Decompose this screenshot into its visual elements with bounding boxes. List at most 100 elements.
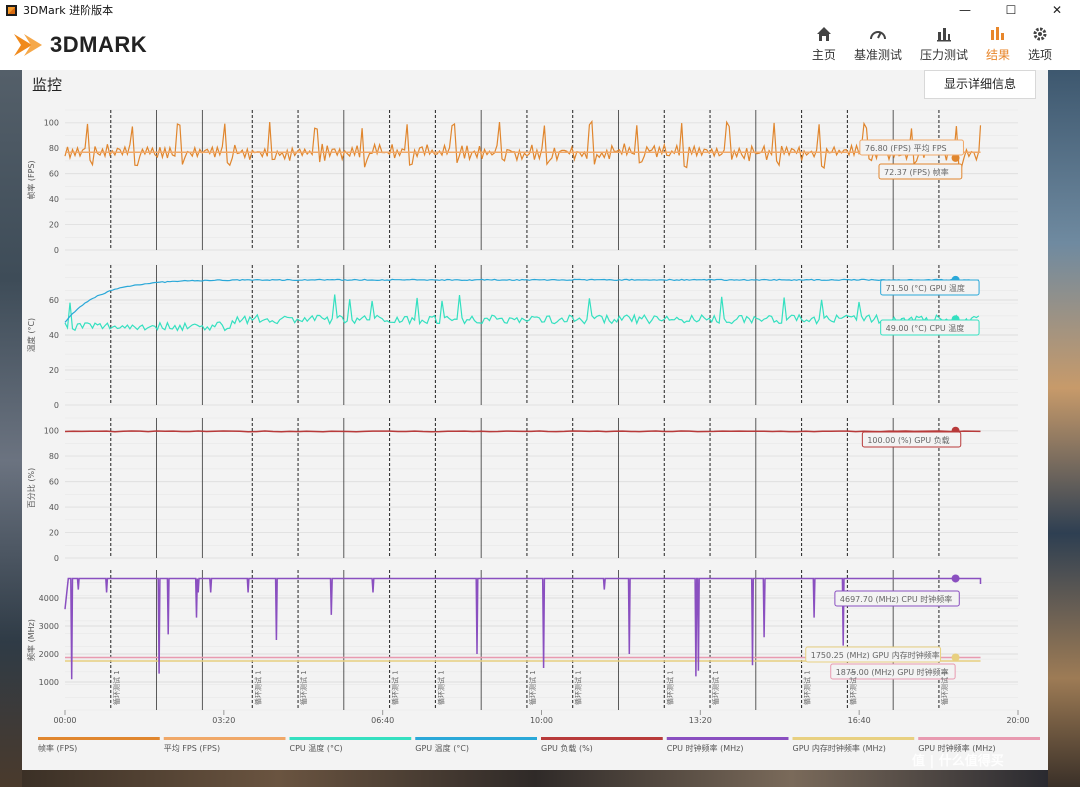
legend-swatch [289, 737, 412, 740]
legend-label: GPU 负载 (%) [541, 743, 593, 753]
legend-label: 帧率 (FPS) [38, 743, 77, 753]
loop-marker-label: 循环测试 1 [665, 670, 674, 705]
y-tick-label: 80 [49, 452, 59, 461]
gauge-icon [854, 24, 902, 44]
y-axis-label: 百分比 (%) [26, 468, 36, 508]
legend-label: GPU 内存时钟频率 (MHz) [793, 743, 886, 753]
legend-label: CPU 时钟频率 (MHz) [667, 743, 744, 753]
close-button[interactable]: ✕ [1034, 0, 1080, 20]
gpu-load-series-line [64, 430, 981, 433]
loop-marker-label: 循环测试 1 [528, 670, 537, 705]
app-header: 3DMARK 主页 基准测试 压力测试 结果 选项 [0, 20, 1080, 70]
loop-marker-label: 循环测试 1 [711, 670, 720, 705]
y-tick-label: 0 [54, 554, 59, 563]
results-icon [986, 24, 1010, 44]
x-tick-label: 06:40 [371, 716, 394, 725]
loop-marker-label: 循环测试 1 [848, 670, 857, 705]
legend-label: GPU 温度 (°C) [415, 743, 469, 753]
x-tick-label: 13:20 [689, 716, 712, 725]
main-nav: 主页 基准测试 压力测试 结果 选项 [794, 24, 1052, 63]
watermark: 值 | 什么值得买 [912, 753, 1004, 769]
minimize-button[interactable]: — [942, 0, 988, 20]
loop-marker-label: 循环测试 1 [436, 670, 445, 705]
nav-benchmarks[interactable]: 基准测试 [854, 24, 902, 63]
x-tick-label: 00:00 [53, 716, 76, 725]
gpu-clock-end-marker [951, 653, 960, 662]
loop-marker-label: 循环测试 1 [112, 670, 121, 705]
bar-chart-icon [920, 24, 968, 44]
y-tick-label: 2000 [39, 650, 59, 659]
loop-marker-label: 循环测试 1 [299, 670, 308, 705]
y-axis-label: 温度 (°C) [26, 318, 36, 352]
legend-label: CPU 温度 (°C) [290, 743, 343, 753]
nav-home[interactable]: 主页 [812, 24, 836, 63]
x-tick-label: 16:40 [848, 716, 871, 725]
x-tick-label: 20:00 [1006, 716, 1029, 725]
chart-plot-area [65, 110, 1018, 250]
legend-label: 平均 FPS (FPS) [164, 743, 220, 753]
nav-stress-tests-label: 压力测试 [919, 48, 968, 62]
legend-swatch [541, 737, 663, 740]
y-tick-label: 40 [49, 195, 59, 204]
legend-label: GPU 时钟频率 (MHz) [918, 743, 995, 753]
gpu-mem-clock-annotation: 1750.25 (MHz) GPU 内存时钟频率 [811, 650, 940, 660]
window-titlebar: 3DMark 进阶版本 — ☐ ✕ [0, 0, 1080, 20]
loop-marker-label: 循环测试 1 [253, 670, 262, 705]
nav-home-label: 主页 [811, 48, 836, 62]
background-art-left [0, 62, 22, 787]
y-axis-label: 频率 (MHz) [26, 619, 36, 661]
background-art-right [1048, 62, 1080, 787]
loop-marker-label: 循环测试 1 [574, 670, 583, 705]
loop-marker-label: 循环测试 1 [391, 670, 400, 705]
nav-options[interactable]: 选项 [1028, 24, 1052, 63]
logo-mark-icon [14, 34, 42, 56]
y-tick-label: 3000 [39, 622, 59, 631]
gear-icon [1028, 24, 1052, 44]
avg-fps-annotation: 76.80 (FPS) 平均 FPS [865, 143, 947, 153]
legend-swatch [792, 737, 915, 740]
maximize-button[interactable]: ☐ [988, 0, 1034, 20]
y-tick-label: 20 [49, 221, 59, 230]
x-tick-label: 10:00 [530, 716, 553, 725]
y-tick-label: 20 [49, 366, 59, 375]
brand-logo: 3DMARK [12, 26, 147, 64]
y-tick-label: 100 [44, 119, 59, 128]
cpu-temp-annotation: 49.00 (°C) CPU 温度 [886, 323, 965, 333]
y-tick-label: 80 [49, 144, 59, 153]
y-tick-label: 40 [49, 503, 59, 512]
y-tick-label: 60 [49, 170, 59, 179]
legend-swatch [163, 737, 286, 740]
legend-swatch [918, 737, 1040, 740]
nav-options-label: 选项 [1027, 48, 1052, 62]
x-tick-label: 03:20 [212, 716, 235, 725]
fps-annotation: 72.37 (FPS) 帧率 [884, 167, 949, 177]
monitoring-charts: 100 80 60 40 20 0 帧率 (FPS) 60 40 20 0 温度 (°C) 100 80 6… [26, 109, 1040, 769]
background-art-bottom [22, 770, 1048, 787]
nav-results[interactable]: 结果 [986, 24, 1010, 63]
home-icon [812, 24, 836, 44]
window-controls: — ☐ ✕ [942, 0, 1080, 20]
y-axis-label: 帧率 (FPS) [26, 160, 36, 199]
legend-swatch [38, 737, 160, 740]
y-tick-label: 0 [54, 401, 59, 410]
y-tick-label: 4000 [39, 594, 59, 603]
cpu-clock-annotation: 4697.70 (MHz) CPU 时钟频率 [840, 594, 952, 604]
nav-stress-tests[interactable]: 压力测试 [920, 24, 968, 63]
y-tick-label: 60 [49, 296, 59, 305]
nav-results-label: 结果 [985, 48, 1010, 62]
gpu-temp-annotation: 71.50 (°C) GPU 温度 [886, 283, 965, 293]
monitor-panel: 监控 显示详细信息 100 80 60 40 20 0 帧率 (FPS) 60 40 20 0 温度 … [22, 70, 1048, 770]
cpu-clock-end-marker [951, 574, 960, 583]
app-icon [6, 4, 17, 16]
y-tick-label: 20 [49, 529, 59, 538]
y-tick-label: 1000 [39, 678, 59, 687]
window-title: 3DMark 进阶版本 [23, 4, 114, 17]
loop-marker-label: 循环测试 1 [940, 670, 949, 705]
gpu-load-annotation: 100.00 (%) GPU 负载 [867, 435, 949, 445]
y-tick-label: 100 [44, 427, 59, 436]
logo-text: 3DMARK [50, 32, 148, 57]
legend-swatch [666, 737, 789, 740]
y-tick-label: 0 [54, 246, 59, 255]
loop-marker-label: 循环测试 1 [803, 670, 812, 705]
y-tick-label: 60 [49, 478, 59, 487]
